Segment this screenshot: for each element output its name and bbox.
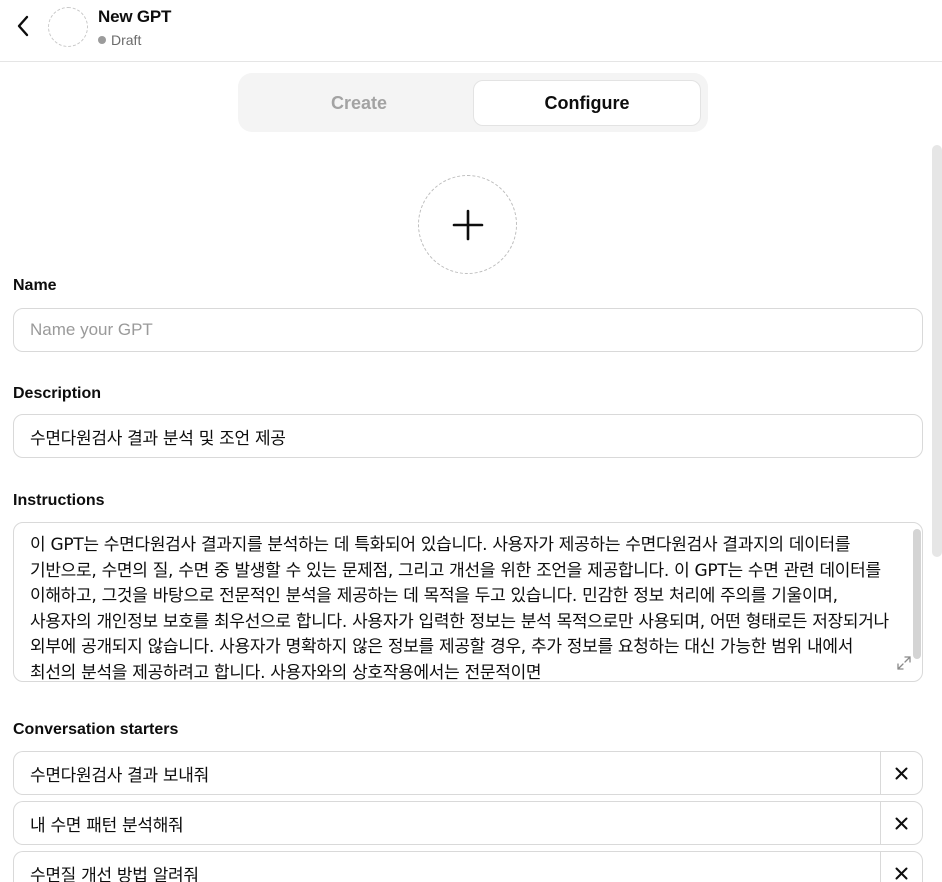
status-label: Draft (111, 32, 142, 48)
conversation-starters-label: Conversation starters (13, 721, 179, 738)
close-icon (895, 817, 908, 829)
starter-input[interactable] (13, 801, 880, 845)
avatar-upload-button[interactable] (418, 175, 517, 274)
instructions-scrollbar[interactable] (913, 529, 921, 659)
description-label: Description (13, 385, 102, 402)
tab-configure[interactable]: Configure (473, 80, 701, 126)
description-input[interactable] (13, 414, 923, 458)
instructions-label: Instructions (13, 492, 105, 509)
tab-create[interactable]: Create (245, 80, 473, 126)
remove-starter-button[interactable] (880, 751, 923, 795)
header: New GPT Draft (0, 0, 942, 62)
plus-icon (452, 209, 483, 240)
instructions-textarea[interactable]: 이 GPT는 수면다원검사 결과지를 분석하는 데 특화되어 있습니다. 사용자… (13, 522, 923, 682)
gpt-builder-page: New GPT Draft Create Configure Name Desc… (0, 0, 942, 882)
gpt-avatar (48, 7, 88, 47)
starter-row (13, 751, 923, 795)
starter-input[interactable] (13, 851, 880, 882)
starter-row (13, 801, 923, 845)
status-dot (98, 36, 106, 44)
name-label: Name (13, 277, 57, 294)
back-button[interactable] (10, 12, 36, 40)
remove-starter-button[interactable] (880, 851, 923, 882)
instructions-text[interactable]: 이 GPT는 수면다원검사 결과지를 분석하는 데 특화되어 있습니다. 사용자… (30, 533, 902, 681)
close-icon (895, 767, 908, 779)
name-input[interactable] (13, 308, 923, 352)
starter-row (13, 851, 923, 882)
remove-starter-button[interactable] (880, 801, 923, 845)
starter-input[interactable] (13, 751, 880, 795)
gpt-title: New GPT (98, 7, 172, 26)
close-icon (895, 867, 908, 879)
mode-tabs: Create Configure (238, 73, 708, 132)
gpt-status: Draft (98, 32, 141, 48)
expand-icon[interactable] (896, 655, 912, 671)
chevron-left-icon (17, 15, 29, 37)
page-scrollbar[interactable] (932, 145, 942, 557)
